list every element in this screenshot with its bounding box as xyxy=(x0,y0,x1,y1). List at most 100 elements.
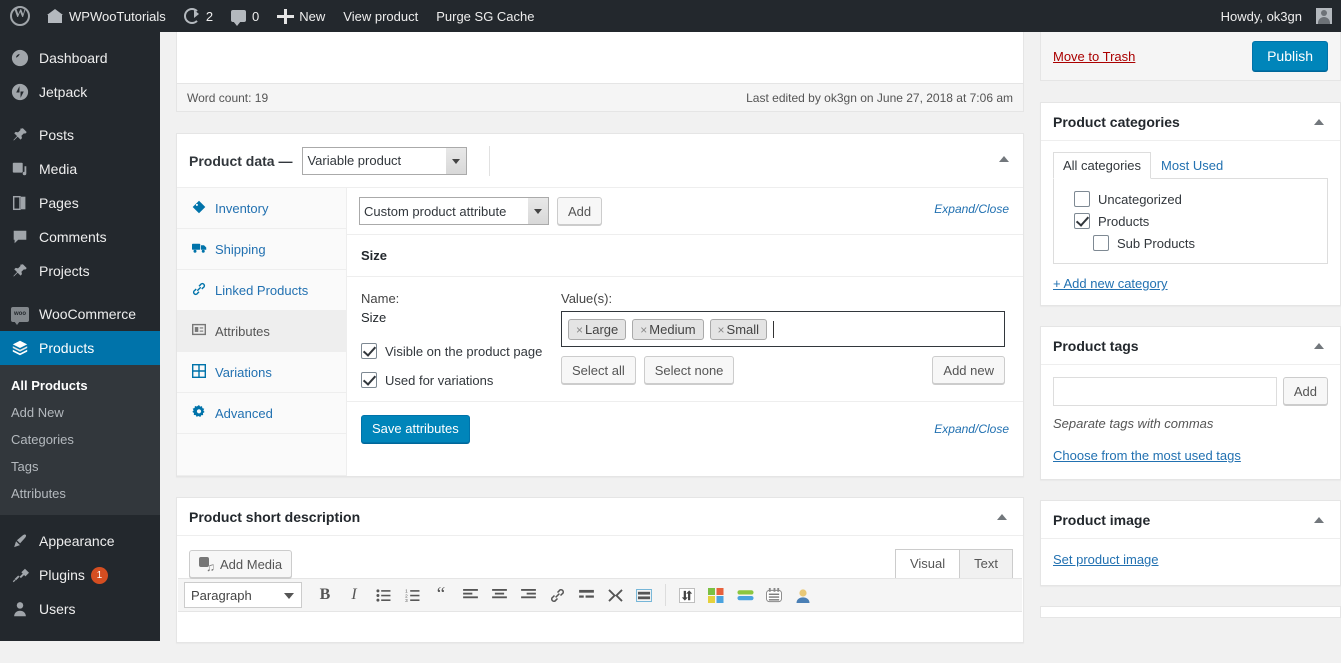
sidebar-item-dashboard[interactable]: Dashboard xyxy=(0,41,160,75)
align-left-icon[interactable] xyxy=(457,582,483,608)
sidebar-item-comments[interactable]: Comments xyxy=(0,220,160,254)
submenu-item-attributes[interactable]: Attributes xyxy=(0,480,160,507)
comments-menu[interactable]: 0 xyxy=(222,0,268,32)
keyboard-shortcuts-icon[interactable] xyxy=(631,582,657,608)
submenu-item-tags[interactable]: Tags xyxy=(0,453,160,480)
sidebar-item-woocommerce[interactable]: woo WooCommerce xyxy=(0,297,160,331)
category-item-products[interactable]: Products xyxy=(1064,210,1317,232)
list-block-icon[interactable] xyxy=(761,582,787,608)
value-token[interactable]: × Large xyxy=(568,318,627,340)
attribute-heading[interactable]: Size xyxy=(347,235,1023,277)
short-description-editor[interactable] xyxy=(177,612,1023,642)
numbered-list-icon[interactable]: 123 xyxy=(399,582,425,608)
token-remove-icon[interactable]: × xyxy=(576,323,583,337)
grid-colors-icon[interactable] xyxy=(703,582,729,608)
tab-visual[interactable]: Visual xyxy=(894,549,961,578)
italic-icon[interactable]: I xyxy=(341,582,367,608)
sidebar-item-label: Users xyxy=(39,601,76,617)
product-data-toggle-icon[interactable] xyxy=(999,156,1009,162)
add-media-button[interactable]: Add Media xyxy=(189,550,293,578)
category-checkbox[interactable] xyxy=(1093,235,1109,251)
site-name-menu[interactable]: WPWooTutorials xyxy=(38,0,175,32)
product-categories-toggle-icon[interactable] xyxy=(1314,118,1324,125)
my-account-menu[interactable]: Howdy, ok3gn xyxy=(1212,0,1341,32)
sidebar-item-users[interactable]: Users xyxy=(0,592,160,626)
short-description-toggle-icon[interactable] xyxy=(997,513,1007,520)
toolbar-toggle-icon[interactable] xyxy=(674,582,700,608)
sidebar-item-media[interactable]: Media xyxy=(0,152,160,186)
tab-shipping[interactable]: Shipping xyxy=(177,229,346,270)
blockquote-icon[interactable]: “ xyxy=(428,582,454,608)
paragraph-format-select[interactable]: Paragraph xyxy=(184,582,302,608)
tab-text[interactable]: Text xyxy=(959,549,1013,578)
product-type-select[interactable]: Variable product xyxy=(302,146,468,175)
bulleted-list-icon[interactable] xyxy=(370,582,396,608)
category-checkbox[interactable] xyxy=(1074,213,1090,229)
product-tags-toggle-icon[interactable] xyxy=(1314,342,1324,349)
submenu-item-add-new[interactable]: Add New xyxy=(0,399,160,426)
used-for-variations-checkbox[interactable] xyxy=(361,372,377,388)
avatar-block-icon[interactable] xyxy=(790,582,816,608)
sidebar-item-plugins[interactable]: Plugins 1 xyxy=(0,558,160,592)
add-tag-button[interactable]: Add xyxy=(1282,377,1328,405)
value-token[interactable]: × Medium xyxy=(632,318,704,340)
expand-link-bottom[interactable]: Expand xyxy=(934,422,975,436)
visible-checkbox[interactable] xyxy=(361,343,377,359)
token-remove-icon[interactable]: × xyxy=(718,323,725,337)
submenu-item-categories[interactable]: Categories xyxy=(0,426,160,453)
tab-inventory[interactable]: Inventory xyxy=(177,188,346,229)
add-attribute-button[interactable]: Add xyxy=(557,197,603,225)
choose-most-used-tags-link[interactable]: Choose from the most used tags xyxy=(1041,431,1340,479)
add-new-category-link[interactable]: + Add new category xyxy=(1041,276,1340,305)
main-editor-canvas[interactable] xyxy=(176,32,1024,84)
tab-linked-products[interactable]: Linked Products xyxy=(177,270,346,311)
wordpress-logo-menu[interactable] xyxy=(0,0,38,32)
category-checkbox[interactable] xyxy=(1074,191,1090,207)
category-item-sub-products[interactable]: Sub Products xyxy=(1064,232,1317,254)
set-product-image-link[interactable]: Set product image xyxy=(1053,552,1159,567)
purge-sg-cache-link[interactable]: Purge SG Cache xyxy=(427,0,543,32)
category-item-uncategorized[interactable]: Uncategorized xyxy=(1064,188,1317,210)
page-break-icon[interactable] xyxy=(602,582,628,608)
close-link-bottom[interactable]: Close xyxy=(978,422,1009,436)
select-all-button[interactable]: Select all xyxy=(561,356,636,384)
publish-button[interactable]: Publish xyxy=(1252,41,1328,71)
token-remove-icon[interactable]: × xyxy=(640,323,647,337)
move-to-trash-link[interactable]: Move to Trash xyxy=(1053,49,1135,64)
tab-most-used[interactable]: Most Used xyxy=(1151,152,1233,179)
tab-advanced[interactable]: Advanced xyxy=(177,393,346,434)
sidebar-item-products[interactable]: Products xyxy=(0,331,168,365)
close-link-top[interactable]: Close xyxy=(978,202,1009,216)
expand-close-top: Expand/Close xyxy=(934,202,1009,216)
align-right-icon[interactable] xyxy=(515,582,541,608)
sidebar-item-jetpack[interactable]: Jetpack xyxy=(0,75,160,109)
product-image-toggle-icon[interactable] xyxy=(1314,516,1324,523)
visible-checkbox-row[interactable]: Visible on the product page xyxy=(361,343,561,359)
tag-input[interactable] xyxy=(1053,377,1277,406)
tab-all-categories[interactable]: All categories xyxy=(1053,152,1152,179)
add-new-value-button[interactable]: Add new xyxy=(932,356,1005,384)
align-center-icon[interactable] xyxy=(486,582,512,608)
sidebar-item-appearance[interactable]: Appearance xyxy=(0,524,160,558)
insert-link-icon[interactable] xyxy=(544,582,570,608)
sidebar-item-projects[interactable]: Projects xyxy=(0,254,160,288)
expand-link-top[interactable]: Expand xyxy=(934,202,975,216)
bold-icon[interactable]: B xyxy=(312,582,338,608)
new-content-menu[interactable]: New xyxy=(268,0,334,32)
attribute-values-input[interactable]: × Large × Medium × Small xyxy=(561,311,1005,347)
value-token[interactable]: × Small xyxy=(709,318,768,340)
attribute-name-label: Name: xyxy=(361,291,400,306)
tab-attributes[interactable]: Attributes xyxy=(177,311,346,352)
tab-variations[interactable]: Variations xyxy=(177,352,346,393)
view-product-link[interactable]: View product xyxy=(334,0,427,32)
revisions-menu[interactable]: 2 xyxy=(175,0,222,32)
sidebar-item-posts[interactable]: Posts xyxy=(0,118,160,152)
submenu-item-all-products[interactable]: All Products xyxy=(0,372,160,399)
attribute-type-select[interactable]: Custom product attribute xyxy=(359,197,549,225)
variations-checkbox-row[interactable]: Used for variations xyxy=(361,372,561,388)
read-more-icon[interactable] xyxy=(573,582,599,608)
button-block-icon[interactable] xyxy=(732,582,758,608)
save-attributes-button[interactable]: Save attributes xyxy=(361,414,470,443)
select-none-button[interactable]: Select none xyxy=(643,356,735,384)
sidebar-item-pages[interactable]: Pages xyxy=(0,186,160,220)
